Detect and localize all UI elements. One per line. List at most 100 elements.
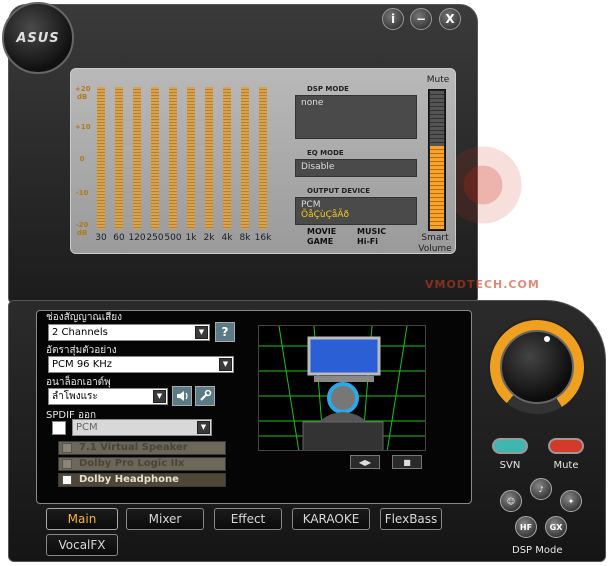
preview-animation <box>258 325 426 451</box>
watermark-text: VMODTECH.COM <box>425 278 540 291</box>
volume-knob[interactable] <box>500 330 574 404</box>
channels-value: 2 Channels <box>52 327 108 338</box>
eq-band-label: 1k <box>185 233 197 243</box>
mute-button-label: Mute <box>553 460 579 471</box>
eq-band-label: 16k <box>254 233 272 243</box>
option-pro-logic[interactable]: Dolby Pro Logic IIx <box>58 457 226 471</box>
output-device-line2: ÕåÇùÇåÃð <box>301 210 350 220</box>
eq-mode-value: Disable <box>301 162 335 172</box>
speaker-config-button[interactable] <box>172 386 192 406</box>
mode-hifi-label: Hi-Fi <box>357 237 378 246</box>
dsp-mode-label: DSP Mode <box>512 545 563 556</box>
svn-button[interactable] <box>492 438 528 454</box>
stop-button[interactable]: ■ <box>392 455 422 469</box>
info-button[interactable]: i <box>382 8 404 30</box>
output-device-box: PCM ÕåÇùÇåÃð <box>295 197 417 225</box>
tab-mixer[interactable]: Mixer <box>126 508 204 530</box>
spdif-checkbox[interactable] <box>52 421 66 435</box>
eq-band-slider[interactable] <box>133 87 141 229</box>
eq-band-slider[interactable] <box>97 87 105 229</box>
eq-mode-box: Disable <box>295 159 417 177</box>
output-device-line1: PCM <box>301 200 321 210</box>
option-checkbox[interactable] <box>62 459 72 469</box>
eq-band-slider[interactable] <box>241 87 249 229</box>
option-checkbox[interactable] <box>62 475 72 485</box>
volume-meter[interactable] <box>428 89 446 231</box>
close-button[interactable]: X <box>439 8 461 30</box>
dsp-mode-box: none <box>295 95 417 139</box>
eq-band-label: 60 <box>113 233 125 243</box>
mute-label: Mute <box>426 75 450 85</box>
wrench-icon <box>200 389 212 401</box>
eq-band-label: 500 <box>164 233 182 243</box>
eq-band-label: 2k <box>203 233 215 243</box>
eq-band-slider[interactable] <box>205 87 213 229</box>
play-button[interactable]: ◀▶ <box>350 455 380 469</box>
listener-scene-icon <box>259 326 425 450</box>
asus-logo-disc: ASUS <box>2 2 74 74</box>
option-label: Dolby Pro Logic IIx <box>79 458 185 469</box>
dsp-mode-title: DSP MODE <box>307 85 349 93</box>
option-checkbox[interactable] <box>62 443 72 453</box>
dsp-movie-button[interactable]: ✦ <box>560 490 582 512</box>
eq-band-label: 8k <box>239 233 251 243</box>
eq-band-slider[interactable] <box>259 87 267 229</box>
chevron-down-icon: ▼ <box>197 421 210 434</box>
mute-button[interactable] <box>548 438 584 454</box>
volume-knob-indicator <box>544 336 550 342</box>
db-label-minus10: -10 <box>75 189 89 197</box>
option-virtual-speaker[interactable]: 7.1 Virtual Speaker <box>58 441 226 455</box>
eq-band-label: 30 <box>95 233 107 243</box>
eq-band-label: 120 <box>128 233 146 243</box>
tab-flexbass[interactable]: FlexBass <box>380 508 442 530</box>
smart-volume-label: Smart Volume <box>415 233 455 255</box>
dsp-gx-button[interactable]: GX <box>545 516 567 538</box>
spdif-value: PCM <box>76 422 98 433</box>
volume-meter-empty <box>430 91 444 146</box>
option-label: 7.1 Virtual Speaker <box>79 442 188 453</box>
db-label-plus20: +20 dB <box>75 85 91 101</box>
eq-band-slider[interactable] <box>223 87 231 229</box>
eq-band-slider[interactable] <box>151 87 159 229</box>
eq-band-label: 4k <box>221 233 233 243</box>
option-label: Dolby Headphone <box>79 474 179 485</box>
smart-label: Smart <box>421 233 449 243</box>
volume-meter-fill <box>430 146 444 229</box>
eq-band-slider[interactable] <box>187 87 195 229</box>
display-panel: +20 dB +10 0 -10 -20 dB 30 60 120 250 500 1k 2… <box>70 68 456 254</box>
mode-game-label: GAME <box>307 237 334 246</box>
eq-bars: 30 60 120 250 500 1k 2k 4k 8k 16k <box>95 87 275 243</box>
analog-out-select[interactable]: ลำโพงแระ ▼ <box>48 388 168 405</box>
analog-out-value: ลำโพงแระ <box>52 391 98 402</box>
tools-button[interactable] <box>195 386 215 406</box>
mode-movie-game: MOVIE GAME <box>307 227 336 247</box>
eq-mode-title: EQ MODE <box>307 149 344 157</box>
sample-rate-select[interactable]: PCM 96 KHz ▼ <box>48 356 234 373</box>
db-label-minus20: -20 dB <box>75 221 89 237</box>
dsp-music-button[interactable]: ♪ <box>530 478 552 500</box>
dsp-mode-value: none <box>301 98 324 108</box>
eq-band-label: 250 <box>146 233 164 243</box>
chevron-down-icon: ▼ <box>219 358 232 371</box>
eq-band-slider[interactable] <box>169 87 177 229</box>
dsp-game-button[interactable]: ☺ <box>500 490 522 512</box>
db-label-0: 0 <box>79 155 85 163</box>
svn-label: SVN <box>499 460 521 471</box>
speaker-icon <box>177 391 188 401</box>
dsp-hifi-button[interactable]: HF <box>515 516 537 538</box>
minimize-button[interactable]: − <box>410 8 432 30</box>
tab-vocalfx[interactable]: VocalFX <box>46 534 118 556</box>
option-dolby-headphone[interactable]: Dolby Headphone <box>58 473 226 487</box>
asus-logo: ASUS <box>16 30 60 46</box>
tab-effect[interactable]: Effect <box>214 508 282 530</box>
tab-karaoke[interactable]: KARAOKE <box>292 508 370 530</box>
eq-band-slider[interactable] <box>115 87 123 229</box>
output-device-title: OUTPUT DEVICE <box>307 187 370 195</box>
sample-rate-value: PCM 96 KHz <box>52 359 113 370</box>
tab-main[interactable]: Main <box>46 508 118 530</box>
channels-select[interactable]: 2 Channels ▼ <box>48 324 210 341</box>
help-button[interactable]: ? <box>215 322 235 342</box>
spdif-select[interactable]: PCM ▼ <box>72 419 212 436</box>
mode-music-label: MUSIC <box>357 227 387 236</box>
chevron-down-icon: ▼ <box>195 326 208 339</box>
